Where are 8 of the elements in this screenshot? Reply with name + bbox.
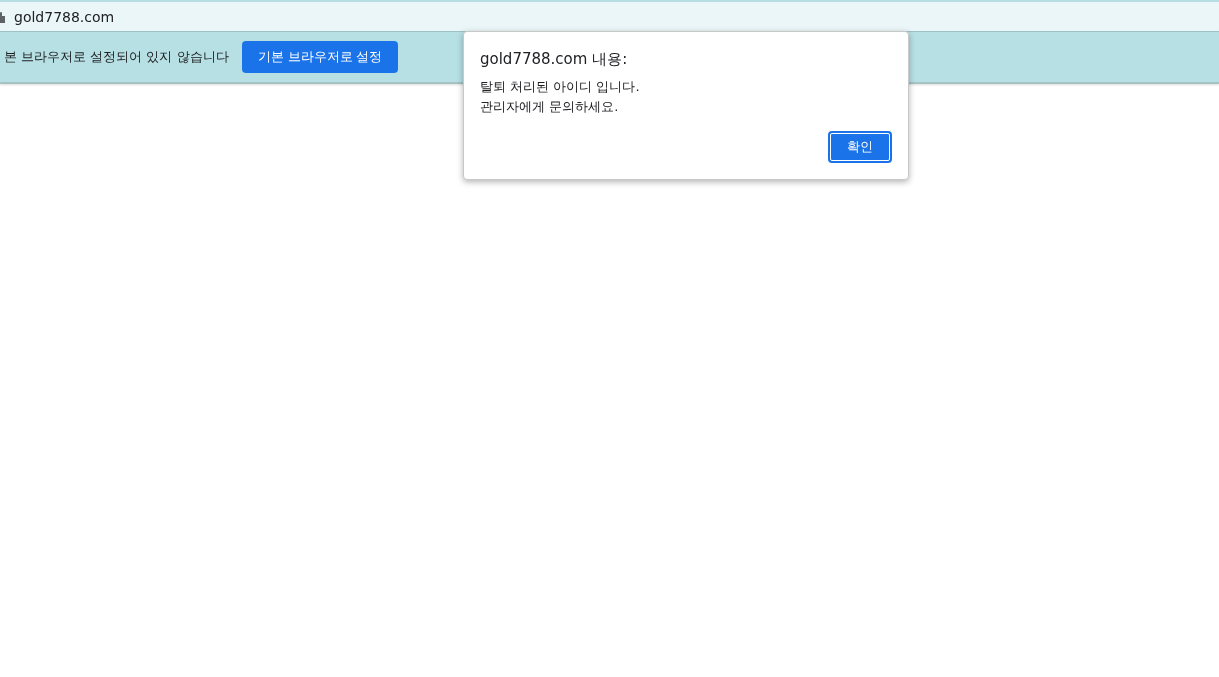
set-default-button[interactable]: 기본 브라우저로 설정 (241, 41, 399, 73)
url-text[interactable]: gold7788.com (14, 8, 115, 25)
ok-button[interactable]: 확인 (828, 131, 892, 163)
dialog-message: 관리자에게 문의하세요. (480, 98, 620, 116)
info-message: 본 브라우저로 설정되어 있지 않습니다 (4, 48, 229, 66)
dialog-message: 탈퇴 처리된 아이디 입니다. (480, 78, 641, 96)
lock-icon (0, 10, 5, 23)
dialog-title: gold7788.com 내용: (480, 50, 629, 69)
